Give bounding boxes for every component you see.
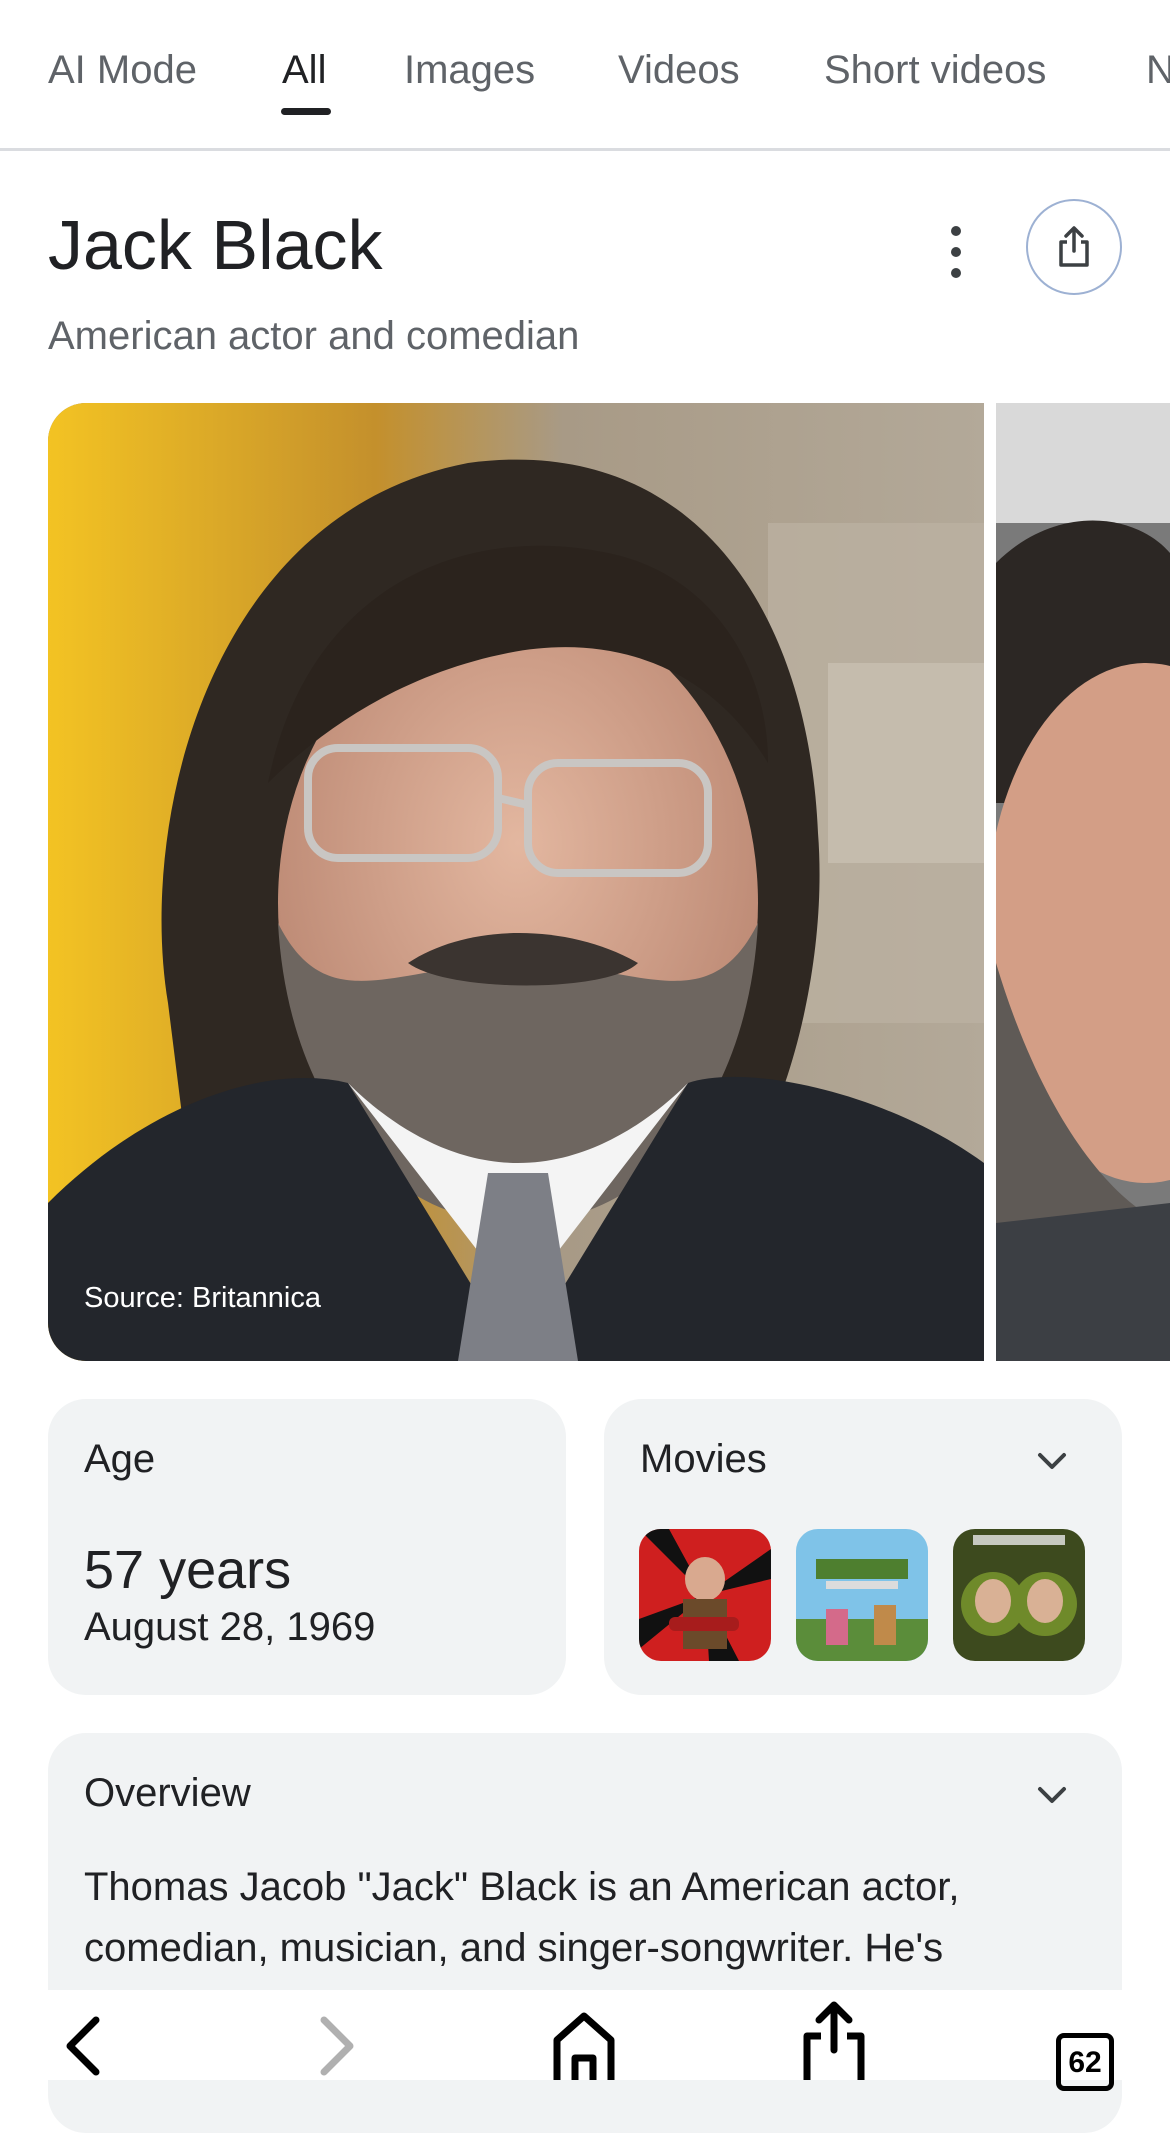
tab-all-underline [281,108,331,115]
share-icon [803,2001,865,2080]
tab-videos[interactable]: Videos [618,48,740,93]
movie-thumbnail-2[interactable] [796,1529,928,1661]
movie-poster-image [796,1529,928,1661]
back-button[interactable] [44,2000,124,2080]
entity-photo-main[interactable]: Source: Britannica [48,403,984,1361]
tab-images[interactable]: Images [404,48,535,93]
entity-photo-second[interactable] [996,403,1170,1361]
movie-poster-image [953,1529,1085,1661]
tab-ai-mode[interactable]: AI Mode [48,48,197,93]
more-options-icon [951,226,961,236]
more-options-dot [951,268,961,278]
share-page-button[interactable] [794,2000,874,2080]
image-source-label: Source: Britannica [84,1282,321,1314]
browser-bottom-bar [0,1990,1170,2080]
tab-all[interactable]: All [282,48,326,93]
tabs-overview-button[interactable]: 62 [1056,2033,1114,2091]
entity-title: Jack Black [48,206,383,284]
age-value: 57 years [84,1540,292,1600]
more-options-dot [951,247,961,257]
forward-button[interactable] [296,2000,376,2080]
tabs-count: 62 [1068,2046,1102,2079]
portrait-photo-second [996,403,1170,1361]
movie-thumbnail-3[interactable] [953,1529,1085,1661]
chevron-down-icon[interactable] [1032,1441,1072,1481]
search-tabs: AI Mode All Images Videos Short videos N [0,0,1170,151]
share-button[interactable] [1026,199,1122,295]
forward-chevron-icon [320,2016,354,2076]
overview-text: Thomas Jacob "Jack" Black is an American… [84,1865,960,1970]
home-button[interactable] [544,2000,624,2080]
movie-poster-image [639,1529,771,1661]
home-icon [553,2012,615,2080]
overview-label: Overview [84,1771,251,1815]
back-chevron-icon [66,2016,100,2076]
movies-label: Movies [640,1437,767,1481]
age-label: Age [84,1437,156,1481]
birth-date: August 28, 1969 [84,1605,376,1649]
entity-subtitle: American actor and comedian [48,314,580,358]
age-card[interactable]: Age 57 years August 28, 1969 [48,1399,566,1695]
tab-short-videos[interactable]: Short videos [824,48,1046,93]
share-icon [1059,226,1089,267]
portrait-photo [48,403,984,1361]
chevron-down-icon[interactable] [1032,1775,1072,1815]
more-options-button[interactable] [936,226,976,278]
movies-card[interactable]: Movies [604,1399,1122,1695]
movie-thumbnail-1[interactable] [639,1529,771,1661]
tab-next-partial[interactable]: N [1146,48,1170,93]
